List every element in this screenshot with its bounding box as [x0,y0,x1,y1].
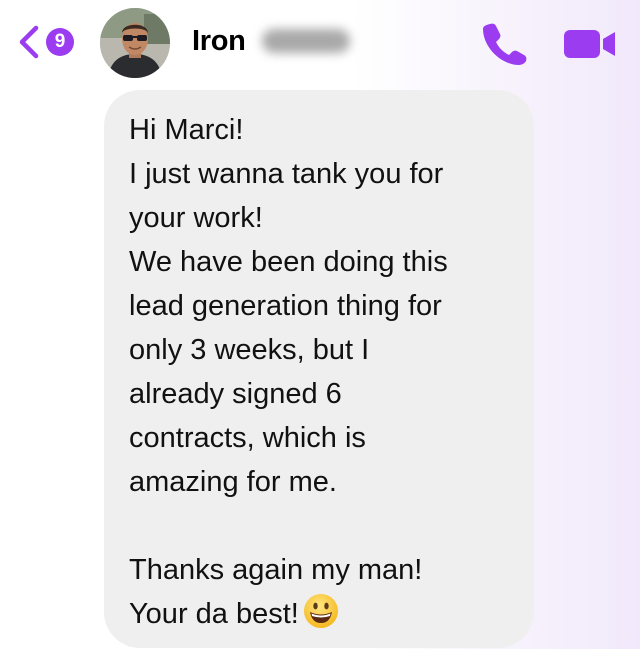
video-call-button[interactable] [562,26,618,62]
message-line: We have been doing this [129,246,448,278]
back-button[interactable]: 9 [18,22,84,62]
message-line: Thanks again my man! [129,554,423,586]
video-camera-icon [562,30,618,66]
avatar[interactable] [100,8,170,78]
message-line: lead generation thing for [129,290,442,322]
audio-call-button[interactable] [480,20,528,66]
message-line: amazing for me. [129,466,337,498]
message-line: contracts, which is [129,422,366,454]
message-line: Your da best! [129,598,299,630]
unread-count-badge: 9 [46,28,74,56]
message-line: already signed 6 [129,378,342,410]
phone-icon [480,23,528,70]
chat-screen: 9 Iron Hi Marci! I just wanna tank you f… [0,0,640,649]
redacted-last-name [262,29,350,53]
message-line: your work! [129,202,263,234]
message-text: Hi Marci! I just wanna tank you for your… [129,108,448,636]
contact-name[interactable]: Iron [192,25,246,58]
chat-header: 9 Iron [0,0,640,86]
message-line: I just wanna tank you for [129,158,444,190]
grinning-face-emoji [303,593,339,629]
chevron-left-icon [18,25,40,59]
message-line: only 3 weeks, but I [129,334,370,366]
message-line: Hi Marci! [129,114,244,146]
